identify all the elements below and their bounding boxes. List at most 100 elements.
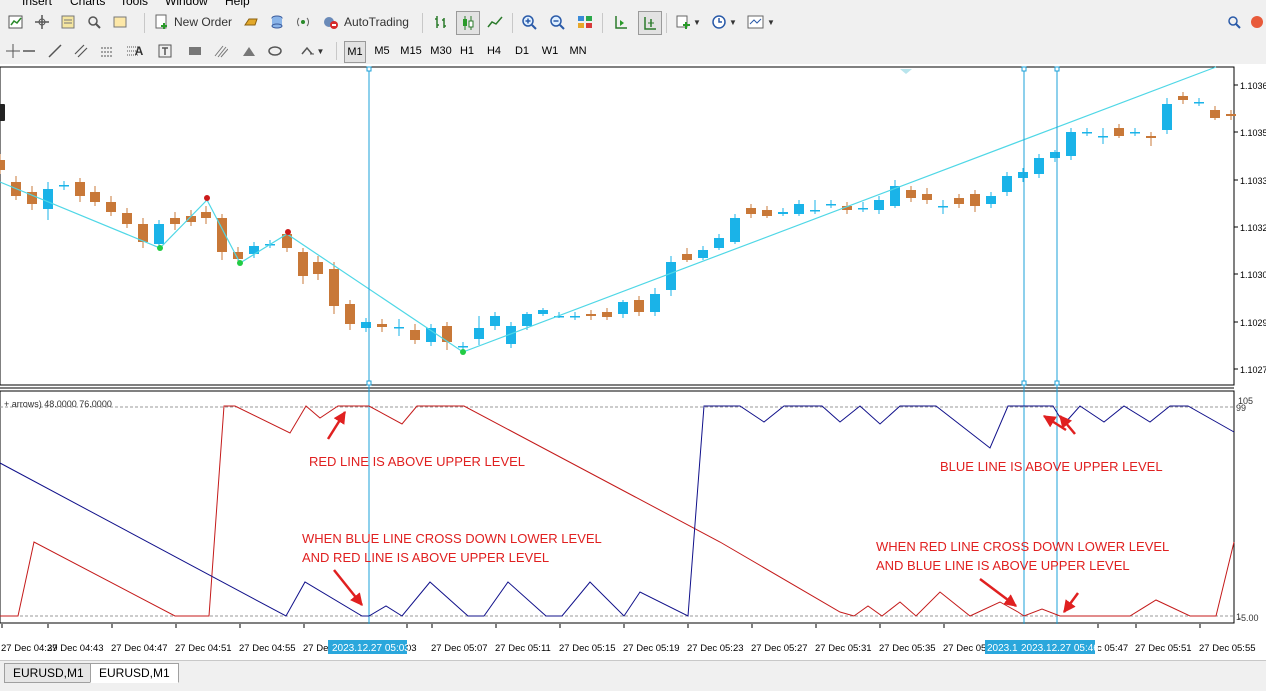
data-window-button[interactable] xyxy=(84,11,104,33)
zoom-out-button[interactable] xyxy=(546,11,568,33)
equidistant-channel-button[interactable] xyxy=(72,40,90,62)
candle-body xyxy=(970,194,980,206)
vertical-line-handle[interactable] xyxy=(1054,66,1060,72)
chart-window[interactable]: 1.1036 1.1035 1.1033 1.1032 1.1030 1.1029 1.10… xyxy=(0,64,1266,658)
tab-eurusd-1[interactable]: EURUSD,M1 xyxy=(4,663,93,683)
candle-body xyxy=(906,190,916,198)
search-window-icon xyxy=(88,16,101,29)
triangle-button[interactable] xyxy=(240,40,258,62)
text-label-button[interactable] xyxy=(156,40,174,62)
new-chart-button[interactable] xyxy=(6,11,26,33)
signals-button[interactable] xyxy=(292,11,314,33)
menu-insert[interactable]: Insert xyxy=(22,0,52,8)
vertical-line-handle[interactable] xyxy=(366,66,372,72)
indicators-button[interactable]: ▼ xyxy=(672,11,704,33)
time-label: 27 Dec 05:51 xyxy=(1135,643,1192,654)
candle-body xyxy=(1018,172,1028,178)
timeframe-m1[interactable]: M1 xyxy=(344,41,366,63)
candle-body xyxy=(602,312,612,317)
tab-eurusd-2[interactable]: EURUSD,M1 xyxy=(90,663,179,683)
timeframe-m5[interactable]: M5 xyxy=(372,41,392,61)
channel-icon xyxy=(74,44,88,58)
annotation-right-line2: AND BLUE LINE IS ABOVE UPPER LEVEL xyxy=(876,558,1130,573)
candle-body xyxy=(810,210,820,212)
timeframe-w1[interactable]: W1 xyxy=(540,41,560,61)
time-label: 27 Dec 05:19 xyxy=(623,643,680,654)
pitchfork-button[interactable] xyxy=(212,40,230,62)
time-label: 27 Dec 05:27 xyxy=(751,643,808,654)
toolbar-separator xyxy=(512,13,513,33)
vertical-line-handle[interactable] xyxy=(1054,380,1060,386)
candle-body xyxy=(922,194,932,200)
new-order-button[interactable]: New Order xyxy=(150,11,236,33)
search-button[interactable] xyxy=(1224,11,1244,33)
chevron-down-icon: ▼ xyxy=(767,17,775,27)
horizontal-line-button[interactable] xyxy=(20,40,38,62)
market-watch-button[interactable] xyxy=(58,11,78,33)
ellipse-button[interactable] xyxy=(266,40,284,62)
periods-button[interactable]: ▼ xyxy=(708,11,740,33)
candle-body xyxy=(682,254,692,260)
menu-help[interactable]: Help xyxy=(225,0,250,8)
indicator-scale-bottom: -5.00 xyxy=(1238,613,1259,623)
candle-body xyxy=(1114,128,1124,136)
templates-button[interactable]: ▼ xyxy=(744,11,778,33)
gann-button[interactable] xyxy=(98,40,116,62)
menu-tools[interactable]: Tools xyxy=(120,0,148,8)
chart-canvas[interactable]: 1.1036 1.1035 1.1033 1.1032 1.1030 1.1029 1.10… xyxy=(0,64,1266,658)
autotrading-button[interactable]: AutoTrading xyxy=(318,11,413,33)
ellipse-icon xyxy=(268,46,282,56)
search-icon xyxy=(1228,16,1241,29)
zoom-out-icon xyxy=(550,15,565,30)
timeframe-m30[interactable]: M30 xyxy=(428,41,454,61)
menu-charts[interactable]: Charts xyxy=(70,0,105,8)
annotation-red-above: RED LINE IS ABOVE UPPER LEVEL xyxy=(309,454,525,469)
chart-shift-button[interactable] xyxy=(638,11,662,35)
candle-body xyxy=(201,212,211,218)
terminal-button[interactable] xyxy=(266,11,288,33)
arrows-button[interactable]: ▼ xyxy=(296,40,328,62)
zigzag-point xyxy=(157,245,163,251)
gold-button[interactable] xyxy=(240,11,262,33)
price-label: 1.1033 xyxy=(1240,176,1266,186)
timeframe-h4[interactable]: H4 xyxy=(484,41,504,61)
market-watch-icon xyxy=(61,15,75,29)
zoom-in-button[interactable] xyxy=(518,11,540,33)
timeframe-h1[interactable]: H1 xyxy=(457,41,477,61)
line-chart-icon xyxy=(487,16,503,28)
timeframe-mn[interactable]: MN xyxy=(568,41,588,61)
bar-chart-button[interactable] xyxy=(430,11,452,33)
clock-icon xyxy=(712,15,726,29)
menu-window[interactable]: Window xyxy=(165,0,208,8)
candle-body xyxy=(858,208,868,210)
rectangle-button[interactable] xyxy=(186,40,204,62)
navigator-button[interactable] xyxy=(110,11,130,33)
vertical-line-handle[interactable] xyxy=(1021,380,1027,386)
candle-body xyxy=(345,304,355,324)
price-label: 1.1030 xyxy=(1240,270,1266,280)
toolbar-separator xyxy=(666,13,667,33)
autoscroll-button[interactable] xyxy=(610,11,632,33)
vertical-line-handle[interactable] xyxy=(1021,66,1027,72)
crosshair-icon xyxy=(6,44,20,58)
crosshair-time-mid-text: 2023.1 xyxy=(987,643,1018,654)
candle-body xyxy=(329,269,339,306)
chevron-down-icon: ▼ xyxy=(693,17,701,27)
candle-body xyxy=(778,212,788,214)
profiles-button[interactable] xyxy=(32,11,52,33)
community-button[interactable] xyxy=(1248,11,1266,33)
vertical-line-handle[interactable] xyxy=(366,380,372,386)
candle-body xyxy=(650,294,660,312)
text-button[interactable]: A xyxy=(130,40,148,62)
candlestick-button[interactable] xyxy=(456,11,480,35)
timeframe-m15[interactable]: M15 xyxy=(398,41,424,61)
timeframe-d1[interactable]: D1 xyxy=(512,41,532,61)
candle-body xyxy=(43,189,53,209)
new-order-label: New Order xyxy=(174,15,233,29)
candle-body xyxy=(986,196,996,204)
tile-windows-button[interactable] xyxy=(574,11,596,33)
candle-body xyxy=(762,210,772,216)
line-chart-button[interactable] xyxy=(484,11,506,33)
trendline-button[interactable] xyxy=(46,40,64,62)
candle-body xyxy=(1066,132,1076,156)
